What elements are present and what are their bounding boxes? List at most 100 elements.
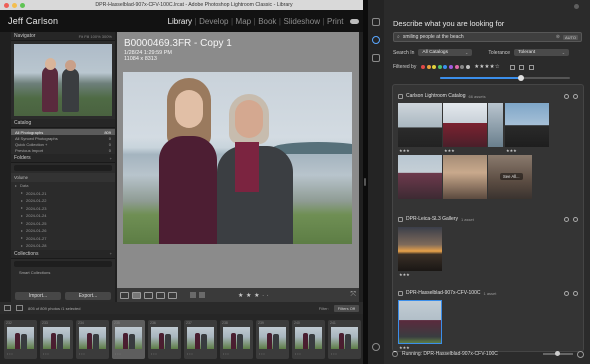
module-book[interactable]: Book — [256, 17, 279, 26]
color-label-pink[interactable] — [454, 65, 459, 69]
result-group-header[interactable]: DPR-Hasselblad-907x-CFV-100C 1 asset — [398, 289, 578, 297]
folders-header[interactable]: Folders + — [11, 154, 115, 163]
compare-view-icon[interactable] — [144, 291, 153, 299]
flag-icon[interactable] — [190, 292, 196, 298]
disclosure-triangle-icon[interactable] — [21, 222, 23, 225]
auto-mode-button[interactable]: AUTO — [562, 34, 578, 40]
catalog-header[interactable]: Catalog — [11, 119, 115, 128]
search-in-dropdown[interactable]: All Catalogs ⌄ — [418, 49, 473, 56]
main-photo[interactable] — [123, 72, 352, 244]
result-thumb[interactable] — [443, 155, 487, 199]
result-thumb[interactable] — [398, 103, 442, 147]
cloud-sync-icon[interactable] — [350, 18, 359, 24]
result-thumb[interactable] — [398, 155, 442, 199]
folder-root[interactable]: Data — [11, 182, 115, 190]
window-titlebar[interactable]: DPR-Hasselblad-907x-CFV-100C.lrcat - Ado… — [0, 0, 363, 10]
search-input[interactable]: ⌕ smiling people at the beach ⊗ AUTO — [393, 32, 582, 42]
collapse-icon[interactable] — [573, 93, 578, 99]
group-checkbox[interactable] — [398, 93, 403, 99]
disclosure-triangle-icon[interactable] — [21, 207, 23, 210]
filmstrip-thumb[interactable]: 234 • • • — [76, 319, 109, 359]
toolbar-menu-icon[interactable]: ⤧ — [350, 291, 356, 299]
filter-dropdown[interactable]: Filters Off — [333, 304, 359, 312]
add-collection-icon[interactable]: + — [110, 251, 112, 256]
filmstrip-thumb[interactable]: 232 • • • — [4, 319, 37, 359]
group-checkbox[interactable] — [398, 216, 403, 222]
view-options-icon[interactable] — [577, 350, 584, 358]
disclosure-triangle-icon[interactable] — [21, 199, 23, 202]
color-label-blue[interactable] — [443, 65, 448, 69]
loupe-view[interactable]: B0000469.3FR - Copy 1 1/28/24 1:29:59 PM… — [117, 32, 359, 288]
filmstrip-thumb[interactable]: 236 • • • — [148, 319, 181, 359]
result-group-header[interactable]: DPR-Leica-SL3 Gallery 1 asset — [398, 215, 578, 223]
close-window-button[interactable] — [4, 2, 9, 8]
filmstrip-thumb[interactable]: 238 • • • — [220, 319, 253, 359]
disclosure-triangle-icon[interactable] — [21, 237, 23, 240]
result-thumb-selected[interactable] — [398, 300, 442, 344]
grid-view-icon[interactable] — [120, 291, 129, 299]
disclosure-triangle-icon[interactable] — [21, 244, 23, 247]
filmstrip-thumb[interactable]: 233 • • • — [40, 319, 73, 359]
filmstrip-thumb-selected[interactable]: 235 • • • — [112, 319, 145, 359]
search-query[interactable]: smiling people at the beach — [403, 34, 464, 40]
tolerance-slider-knob[interactable] — [517, 75, 524, 81]
folder-item[interactable]: 2024-01-21 — [11, 190, 115, 198]
result-thumb[interactable] — [505, 103, 549, 147]
video-filter-icon[interactable] — [519, 64, 525, 70]
filmstrip-thumb[interactable]: 240 • • • — [292, 319, 325, 359]
collapse-icon[interactable] — [573, 216, 578, 222]
color-label-yellow[interactable] — [432, 65, 437, 69]
filmstrip-thumb[interactable]: 239 • • • — [256, 319, 289, 359]
collapse-icon[interactable] — [573, 290, 578, 296]
clear-search-icon[interactable]: ⊗ — [556, 34, 560, 40]
catalog-item-previous-import[interactable]: Previous Import 0 — [11, 147, 115, 153]
add-folder-icon[interactable]: + — [110, 156, 112, 161]
tolerance-slider[interactable] — [440, 75, 570, 81]
import-button[interactable]: Import... — [15, 292, 61, 300]
color-label-white[interactable] — [465, 65, 470, 69]
tolerance-dropdown[interactable]: Tolerant ⌄ — [514, 49, 570, 56]
module-map[interactable]: Map — [233, 17, 254, 26]
star-rating[interactable]: ★ ★ ★ · · — [238, 292, 269, 299]
survey-view-icon[interactable] — [156, 291, 165, 299]
navigator-zoom-options[interactable]: Fit Fill 100% 300% — [79, 34, 112, 39]
folder-item[interactable]: 2024-01-27 — [11, 235, 115, 243]
disclosure-triangle-icon[interactable] — [21, 192, 23, 195]
folder-item[interactable]: 2024-01-22 — [11, 197, 115, 205]
results-panel[interactable]: Carlson Lightroom Catalog 66 assets ★★★ … — [392, 84, 584, 352]
result-thumb[interactable] — [398, 227, 442, 271]
module-slideshow[interactable]: Slideshow — [281, 17, 322, 26]
color-label-red[interactable] — [420, 65, 425, 69]
disclosure-triangle-icon[interactable] — [15, 184, 17, 187]
photo-filter-icon[interactable] — [528, 64, 534, 70]
second-window-icon[interactable] — [4, 305, 11, 311]
result-thumb[interactable]: See All... — [488, 155, 532, 199]
grid-icon[interactable] — [372, 18, 380, 26]
thumbnail-size-slider[interactable] — [543, 351, 573, 356]
flag-filter-icon[interactable] — [509, 64, 515, 70]
export-button[interactable]: Export... — [65, 292, 111, 300]
reject-flag-icon[interactable] — [199, 292, 205, 298]
collection-item-smart-collections[interactable]: Smart Collections — [11, 269, 115, 276]
search-history-icon[interactable] — [372, 36, 380, 44]
result-group-header[interactable]: Carlson Lightroom Catalog 66 assets — [398, 92, 578, 100]
folder-item[interactable]: 2024-01-24 — [11, 212, 115, 220]
people-view-icon[interactable] — [168, 291, 177, 299]
minimize-window-button[interactable] — [12, 2, 17, 8]
folder-volume[interactable]: Volume — [11, 173, 115, 182]
disclosure-triangle-icon[interactable] — [21, 214, 23, 217]
navigator-preview[interactable] — [14, 44, 112, 116]
filmstrip-source-info[interactable]: 805 of 809 photos /1 selected — [28, 306, 80, 311]
collections-header[interactable]: Collections + — [11, 249, 115, 259]
module-print[interactable]: Print — [325, 17, 346, 26]
filmstrip-thumb[interactable]: 241 • • • — [328, 319, 361, 359]
folder-item[interactable]: 2024-01-28 — [11, 242, 115, 250]
see-all-button[interactable]: See All... — [500, 173, 523, 180]
folder-item[interactable]: 2024-01-23 — [11, 205, 115, 213]
module-develop[interactable]: Develop — [197, 17, 231, 26]
folder-icon[interactable] — [372, 54, 380, 62]
result-thumb[interactable] — [443, 103, 487, 147]
disclosure-triangle-icon[interactable] — [21, 229, 23, 232]
color-label-orange[interactable] — [426, 65, 431, 69]
folder-item[interactable]: 2024-01-26 — [11, 227, 115, 235]
